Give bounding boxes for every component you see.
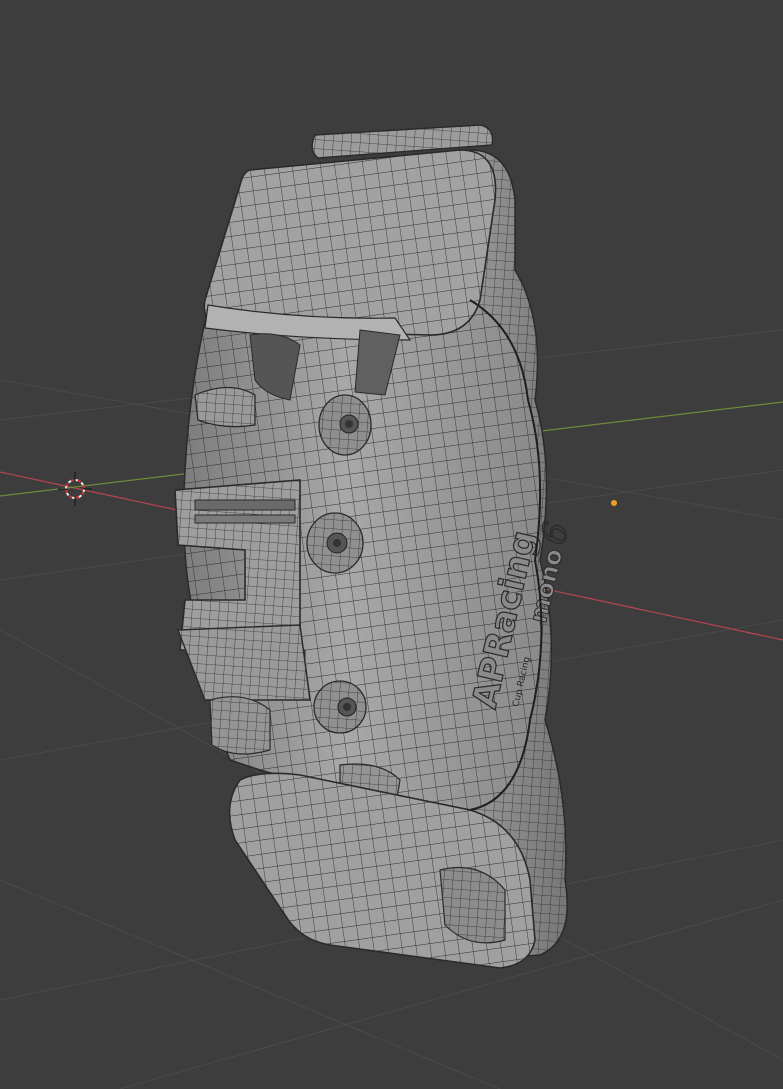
light-origin-icon[interactable] xyxy=(611,500,617,506)
bolt-boss-middle xyxy=(306,512,364,574)
bolt-boss-lower xyxy=(313,680,367,734)
3d-viewport[interactable]: APRacing mono 6 Cup Racing xyxy=(0,0,783,1089)
bolt-boss-upper xyxy=(318,394,372,456)
